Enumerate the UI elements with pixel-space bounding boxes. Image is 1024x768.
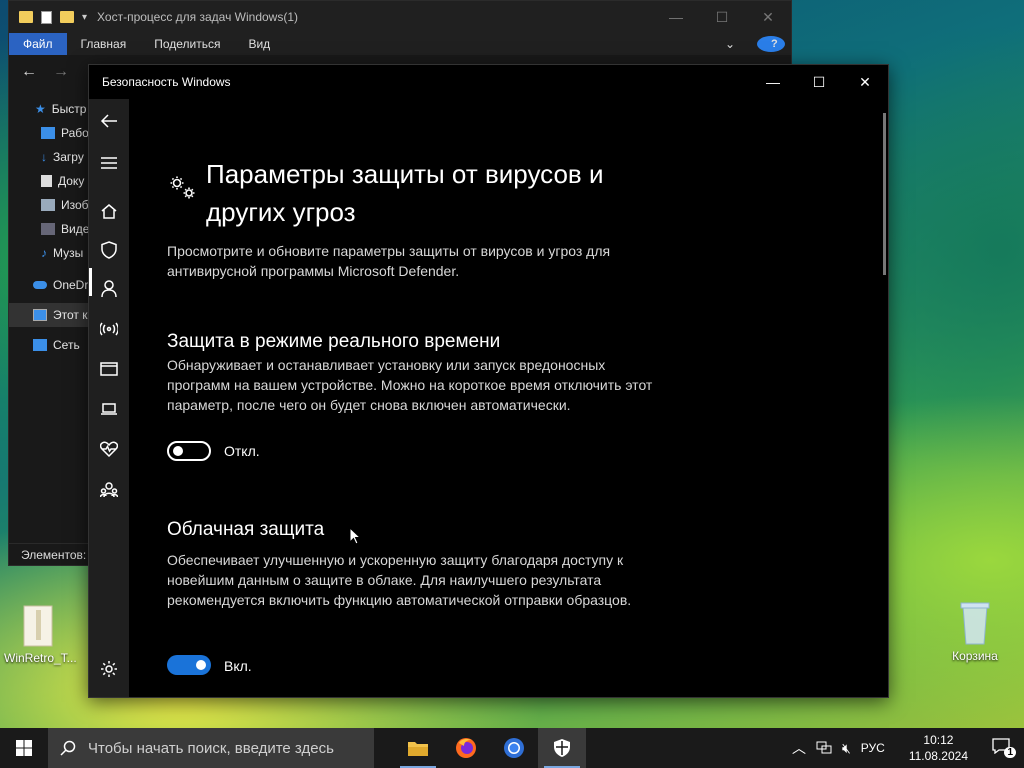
download-icon: ↓ [41,150,47,164]
mouse-cursor-icon [349,527,361,545]
star-icon: ★ [35,102,46,116]
chrome-icon [504,738,524,758]
navigation-rail [89,99,129,697]
gears-icon [170,176,195,199]
back-icon[interactable] [89,107,129,135]
security-titlebar[interactable]: Безопасность Windows — ☐ ✕ [89,65,888,99]
this-pc-icon [33,309,47,321]
explorer-titlebar[interactable]: ▾ Хост-процесс для задач Windows(1) — ☐ … [9,1,791,33]
desktop-icon-winretro[interactable]: WinRetro_T... [4,604,77,665]
start-button[interactable] [0,728,48,768]
realtime-protection-state: Откл. [224,443,260,459]
family-icon[interactable] [89,476,129,504]
app-browser-icon[interactable] [89,355,129,383]
menu-icon[interactable] [89,149,129,177]
settings-gear-icon[interactable] [89,655,129,683]
onedrive-icon [33,281,47,289]
clock-date: 11.08.2024 [908,749,968,763]
cloud-protection-desc: Обеспечивает улучшенную и ускоренную защ… [167,552,632,608]
taskbar-app-chrome[interactable] [490,728,538,768]
account-icon[interactable] [89,275,129,303]
realtime-protection-toggle[interactable] [167,441,211,461]
windows-logo-icon [16,740,32,756]
recycle-bin-icon [960,602,990,645]
help-icon[interactable]: ? [757,36,785,52]
tab-view[interactable]: Вид [234,37,284,51]
video-icon [41,223,55,235]
security-title: Безопасность Windows [102,75,231,89]
document-icon [41,175,52,187]
ribbon-tabs: Файл Главная Поделиться Вид ⌄ ? [9,33,791,55]
chevron-down-icon[interactable]: ⌄ [711,37,749,51]
health-heart-icon[interactable] [89,435,129,463]
taskbar-app-windows-security[interactable] [538,728,586,768]
maximize-button[interactable]: ☐ [699,9,745,26]
tab-home[interactable]: Главная [67,37,141,51]
notification-count: 1 [1004,747,1016,758]
home-icon[interactable] [89,197,129,225]
music-icon: ♪ [41,246,47,260]
explorer-title: Хост-процесс для задач Windows(1) [97,10,299,24]
forward-arrow-icon[interactable]: → [53,63,69,81]
system-tray: ︿ 🔇︎ РУС 10:12 11.08.2024 1 [792,732,1024,764]
tab-file[interactable]: Файл [9,33,67,55]
desktop-icon-recycle-bin[interactable]: Корзина [940,600,1010,663]
clock[interactable]: 10:12 11.08.2024 [909,732,968,764]
desktop-folder-icon [41,127,55,139]
file-explorer-icon [408,742,428,756]
cloud-protection-title: Облачная защита [167,519,325,540]
back-arrow-icon[interactable]: ← [21,63,37,81]
folder-zip-icon [23,605,53,647]
clock-time: 10:12 [923,733,954,747]
tab-share[interactable]: Поделиться [140,37,234,51]
firefox-icon [456,738,476,758]
notification-center-button[interactable]: 1 [992,738,1016,758]
new-folder-icon[interactable] [60,11,74,23]
folder-icon [19,11,33,23]
scrollbar[interactable] [883,113,886,275]
cloud-protection-toggle[interactable] [167,655,211,675]
firewall-network-icon[interactable] [89,315,129,343]
show-hidden-icons-icon[interactable]: ︿ [792,738,806,758]
taskbar: Чтобы начать поиск, введите здесь ︿ 🔇︎ Р… [0,728,1024,768]
language-indicator[interactable]: РУС [861,741,885,755]
network-icon [33,339,47,351]
taskbar-app-explorer[interactable] [394,728,442,768]
page-title: Параметры защиты от вирусов и других угр… [206,159,604,227]
pictures-icon [41,199,55,211]
shield-icon[interactable] [89,236,129,264]
minimize-button[interactable]: — [653,9,699,26]
maximize-button[interactable]: ☐ [796,65,842,99]
content-pane: Параметры защиты от вирусов и других угр… [167,99,857,697]
quick-access-dropdown-icon[interactable]: ▾ [82,12,87,23]
close-button[interactable]: ✕ [842,65,888,99]
close-button[interactable]: ✕ [745,9,791,26]
realtime-protection-desc: Обнаруживает и останавливает установку и… [167,357,653,413]
realtime-protection-title: Защита в режиме реального времени [167,331,501,352]
search-icon [60,740,76,756]
taskbar-search-box[interactable]: Чтобы начать поиск, введите здесь [48,728,374,768]
minimize-button[interactable]: — [750,65,796,99]
network-icon[interactable] [816,741,832,755]
device-security-icon[interactable] [89,395,129,423]
page-intro: Просмотрите и обновите параметры защиты … [167,243,611,279]
volume-muted-icon[interactable]: 🔇︎ [842,740,851,757]
search-placeholder: Чтобы начать поиск, введите здесь [88,739,334,757]
cloud-protection-state: Вкл. [224,658,252,674]
windows-security-window[interactable]: Безопасность Windows — ☐ ✕ Параметры защ… [88,64,889,698]
properties-icon[interactable] [41,10,52,24]
windows-security-icon [554,739,570,757]
taskbar-app-firefox[interactable] [442,728,490,768]
